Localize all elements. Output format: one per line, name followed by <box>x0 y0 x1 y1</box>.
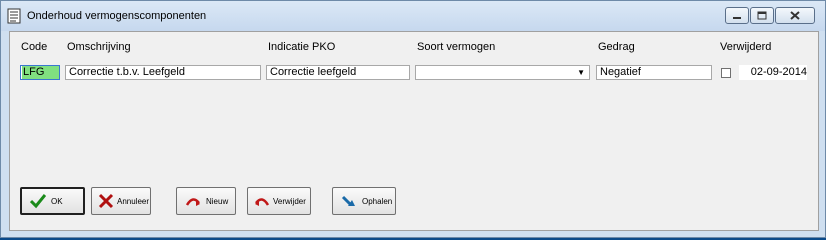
code-value: LFG <box>22 66 46 79</box>
ophalen-button[interactable]: Ophalen <box>332 187 396 215</box>
header-gedrag: Gedrag <box>598 41 635 53</box>
close-icon <box>790 11 800 20</box>
header-indicatie-pko: Indicatie PKO <box>268 41 336 53</box>
annuleer-label: Annuleer <box>117 196 150 206</box>
form-panel: Code Omschrijving Indicatie PKO Soort ve… <box>9 31 819 231</box>
minimize-button[interactable] <box>725 7 749 24</box>
close-button[interactable] <box>775 7 815 24</box>
annuleer-button[interactable]: Annuleer <box>91 187 151 215</box>
indicatie-pko-field[interactable]: Correctie leefgeld <box>266 65 410 80</box>
ophalen-label: Ophalen <box>362 196 393 206</box>
code-field[interactable]: LFG <box>20 65 60 80</box>
nieuw-button[interactable]: Nieuw <box>176 187 236 215</box>
window: Onderhoud vermogenscomponenten Code Omsc… <box>0 0 826 238</box>
delete-arrow-icon <box>255 198 270 206</box>
nieuw-label: Nieuw <box>206 196 229 206</box>
date-field: 02-09-2014 <box>739 65 807 80</box>
ok-button[interactable]: OK <box>20 187 85 215</box>
dropdown-arrow-icon[interactable]: ▼ <box>577 66 585 79</box>
checkmark-icon <box>30 194 46 209</box>
fetch-icon <box>341 195 355 206</box>
soort-vermogen-select[interactable]: ▼ <box>415 65 590 80</box>
form-icon <box>7 8 21 24</box>
header-soort-vermogen: Soort vermogen <box>417 41 496 53</box>
header-code: Code <box>21 41 48 53</box>
cancel-x-icon <box>98 193 114 209</box>
ok-label: OK <box>51 196 63 206</box>
verwijder-button[interactable]: Verwijder <box>247 187 311 215</box>
verwijder-label: Verwijder <box>273 196 306 206</box>
maximize-button[interactable] <box>750 7 774 24</box>
verwijderd-checkbox[interactable] <box>721 68 731 78</box>
maximize-icon <box>757 11 767 20</box>
title-bar: Onderhoud vermogenscomponenten <box>1 1 825 31</box>
omschrijving-field[interactable]: Correctie t.b.v. Leefgeld <box>65 65 261 80</box>
header-verwijderd: Verwijderd <box>720 41 772 53</box>
window-title: Onderhoud vermogenscomponenten <box>27 10 207 22</box>
header-omschrijving: Omschrijving <box>67 41 131 53</box>
gedrag-field[interactable]: Negatief <box>596 65 712 80</box>
minimize-icon <box>733 17 741 19</box>
new-arrow-icon <box>185 198 200 206</box>
